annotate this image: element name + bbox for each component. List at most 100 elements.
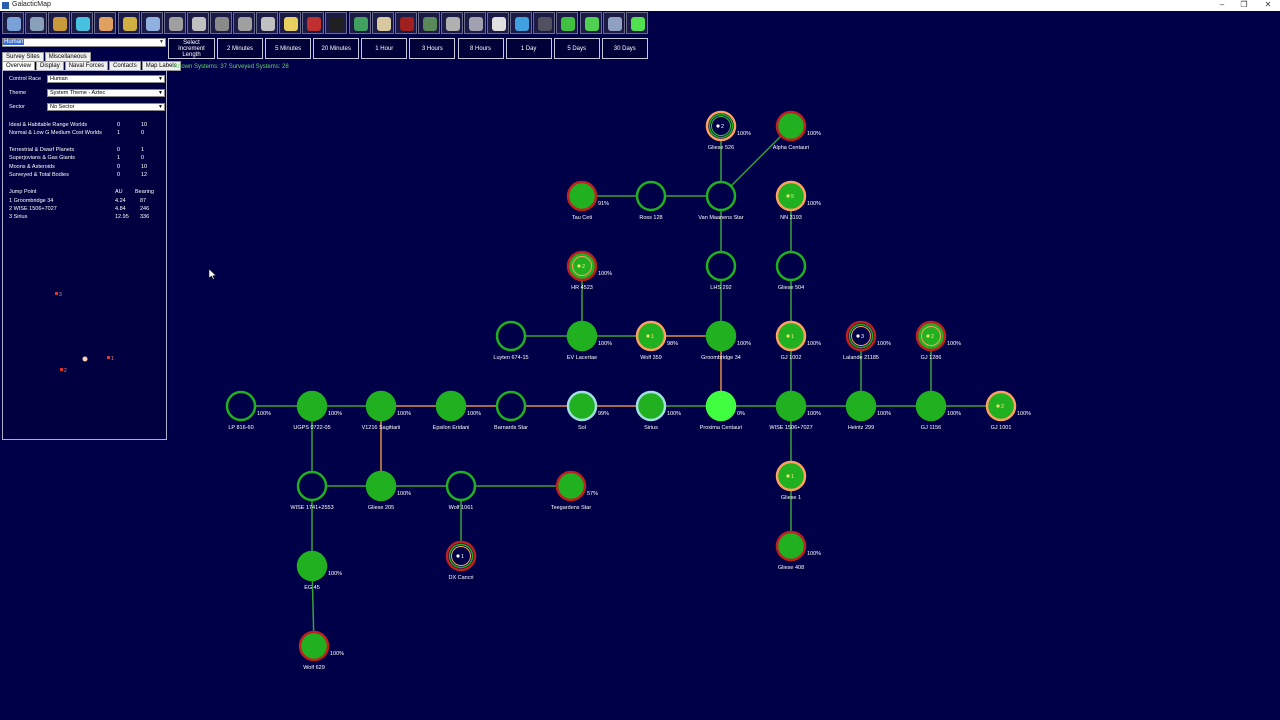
system-ross128[interactable]: Ross 128 (635, 180, 667, 221)
increment-button[interactable]: 8 Hours (457, 38, 504, 59)
restore-button[interactable]: ❐ (1234, 0, 1254, 9)
system-evlac[interactable]: EV Lacertae 100% (566, 320, 612, 361)
profile-button[interactable] (602, 12, 625, 34)
system-wolf359[interactable]: 1 Wolf 359 98% (635, 320, 678, 361)
system-circle[interactable] (445, 540, 477, 572)
system-proxima[interactable]: Proxima Centauri 0% (700, 390, 745, 431)
increment-button[interactable]: 30 Days (601, 38, 648, 59)
system-circle[interactable] (775, 110, 807, 142)
system-circle[interactable] (296, 470, 328, 502)
galaxy-button[interactable] (2, 12, 24, 34)
galactic-map[interactable]: 2 Gliese 526 100% Alpha Centauri 100% Tau Cet… (0, 0, 1280, 720)
system-circle[interactable] (985, 390, 1017, 422)
system-luyten[interactable]: Luyten 674-15 (493, 320, 529, 361)
increment-button[interactable]: 2 Minutes (217, 38, 263, 59)
system-lalande[interactable]: 3 Lalande 21185 100% (843, 320, 891, 361)
flask-button[interactable] (71, 12, 94, 34)
star-button[interactable] (279, 12, 302, 34)
turret-button[interactable] (209, 12, 232, 34)
system-wolf629[interactable]: Wolf 629 100% (298, 630, 344, 671)
system-circle[interactable] (705, 110, 737, 142)
system-heintz[interactable]: Heintz 299 100% (845, 390, 891, 431)
system-wolf1061[interactable]: Wolf 1061 (445, 470, 477, 511)
green-plus-button[interactable] (579, 12, 602, 34)
globe-button[interactable] (348, 12, 371, 34)
increment-button[interactable]: 1 Hour (361, 38, 408, 59)
planets-button[interactable] (25, 12, 48, 34)
system-vanmaanen[interactable]: Van Maanens Star (698, 180, 744, 221)
gear-button[interactable] (440, 12, 463, 34)
system-eg45[interactable]: EG 45 100% (296, 550, 342, 591)
system-circle[interactable] (435, 390, 467, 422)
grid-button[interactable] (533, 12, 556, 34)
system-circle[interactable] (915, 390, 947, 422)
system-circle[interactable] (705, 250, 737, 282)
increment-button[interactable]: 20 Minutes (313, 38, 360, 59)
system-circle[interactable] (566, 250, 598, 282)
system-gliese504[interactable]: Gliese 504 (775, 250, 807, 291)
system-circle[interactable] (635, 390, 667, 422)
system-circle[interactable] (555, 470, 587, 502)
system-circle[interactable] (635, 320, 667, 352)
system-hr4523[interactable]: 2 HR 4523 100% (566, 250, 612, 291)
alien-button[interactable] (394, 12, 417, 34)
system-gliese205[interactable]: Gliese 205 100% (365, 470, 411, 511)
system-wise1741[interactable]: WISE 1741+2553 (290, 470, 334, 511)
system-gj1286[interactable]: 2 GJ 1286 100% (915, 320, 961, 361)
system-tauceti[interactable]: Tau Ceti 91% (566, 180, 609, 221)
increment-button[interactable]: 3 Hours (409, 38, 456, 59)
close-button[interactable]: ✕ (1258, 0, 1278, 9)
ship-design-button[interactable] (163, 12, 186, 34)
system-alphacen[interactable]: Alpha Centauri 100% (773, 110, 821, 151)
system-circle[interactable] (296, 390, 328, 422)
system-gj1002[interactable]: 1 GJ 1002 100% (775, 320, 821, 361)
system-epseri[interactable]: Epsilon Eridani 100% (433, 390, 482, 431)
system-dxcancri[interactable]: 1 DX Cancri (445, 540, 477, 581)
system-circle[interactable] (705, 180, 737, 212)
treasure-chest-button[interactable] (48, 12, 71, 34)
system-gliese408[interactable]: Gliese 408 100% (775, 530, 821, 571)
system-circle[interactable] (915, 320, 947, 352)
system-circle[interactable] (705, 320, 737, 352)
system-circle[interactable] (775, 250, 807, 282)
industry-button[interactable] (117, 12, 140, 34)
missile-button[interactable] (186, 12, 209, 34)
system-circle[interactable] (566, 320, 598, 352)
system-sol[interactable]: Sol 99% (566, 390, 609, 431)
system-circle[interactable] (775, 180, 807, 212)
calendar-button[interactable] (487, 12, 510, 34)
ground-forces-button[interactable] (233, 12, 255, 34)
cards-button[interactable] (417, 12, 440, 34)
system-wise1506[interactable]: WISE 1506+7027 100% (769, 390, 821, 431)
system-circle[interactable] (775, 320, 807, 352)
system-ugps[interactable]: UGPS 0722-05 100% (293, 390, 342, 431)
system-circle[interactable] (296, 550, 328, 582)
system-gj1001[interactable]: 2 GJ 1001 100% (985, 390, 1031, 431)
system-circle[interactable] (298, 630, 330, 662)
system-circle[interactable] (225, 390, 257, 422)
system-circle[interactable] (775, 390, 807, 422)
system-circle[interactable] (845, 320, 877, 352)
increment-button[interactable]: 1 Day (505, 38, 552, 59)
system-nn3193[interactable]: 5 NN 3193 100% (775, 180, 821, 221)
commander-button[interactable] (256, 12, 279, 34)
system-circle[interactable] (775, 460, 807, 492)
system-v1216[interactable]: V1216 Sagittarii 100% (362, 390, 412, 431)
system-circle[interactable] (775, 530, 807, 562)
system-teegarden[interactable]: Teegardens Star 57% (551, 470, 598, 511)
system-gliese1[interactable]: 1 Gliese 1 (775, 460, 807, 501)
increment-button[interactable]: 5 Days (553, 38, 600, 59)
system-circle[interactable] (566, 390, 598, 422)
system-circle[interactable] (445, 470, 477, 502)
system-circle[interactable] (495, 390, 527, 422)
system-gj1156[interactable]: GJ 1156 100% (915, 390, 961, 431)
system-circle[interactable] (365, 470, 397, 502)
green-arrow-button[interactable] (556, 12, 579, 34)
system-circle[interactable] (365, 390, 397, 422)
increment-button[interactable]: 5 Minutes (265, 38, 312, 59)
system-circle[interactable] (705, 390, 737, 422)
map-button[interactable] (140, 12, 163, 34)
system-circle[interactable] (635, 180, 667, 212)
skull-button[interactable] (371, 12, 394, 34)
system-groom34[interactable]: Groombridge 34 100% (701, 320, 751, 361)
